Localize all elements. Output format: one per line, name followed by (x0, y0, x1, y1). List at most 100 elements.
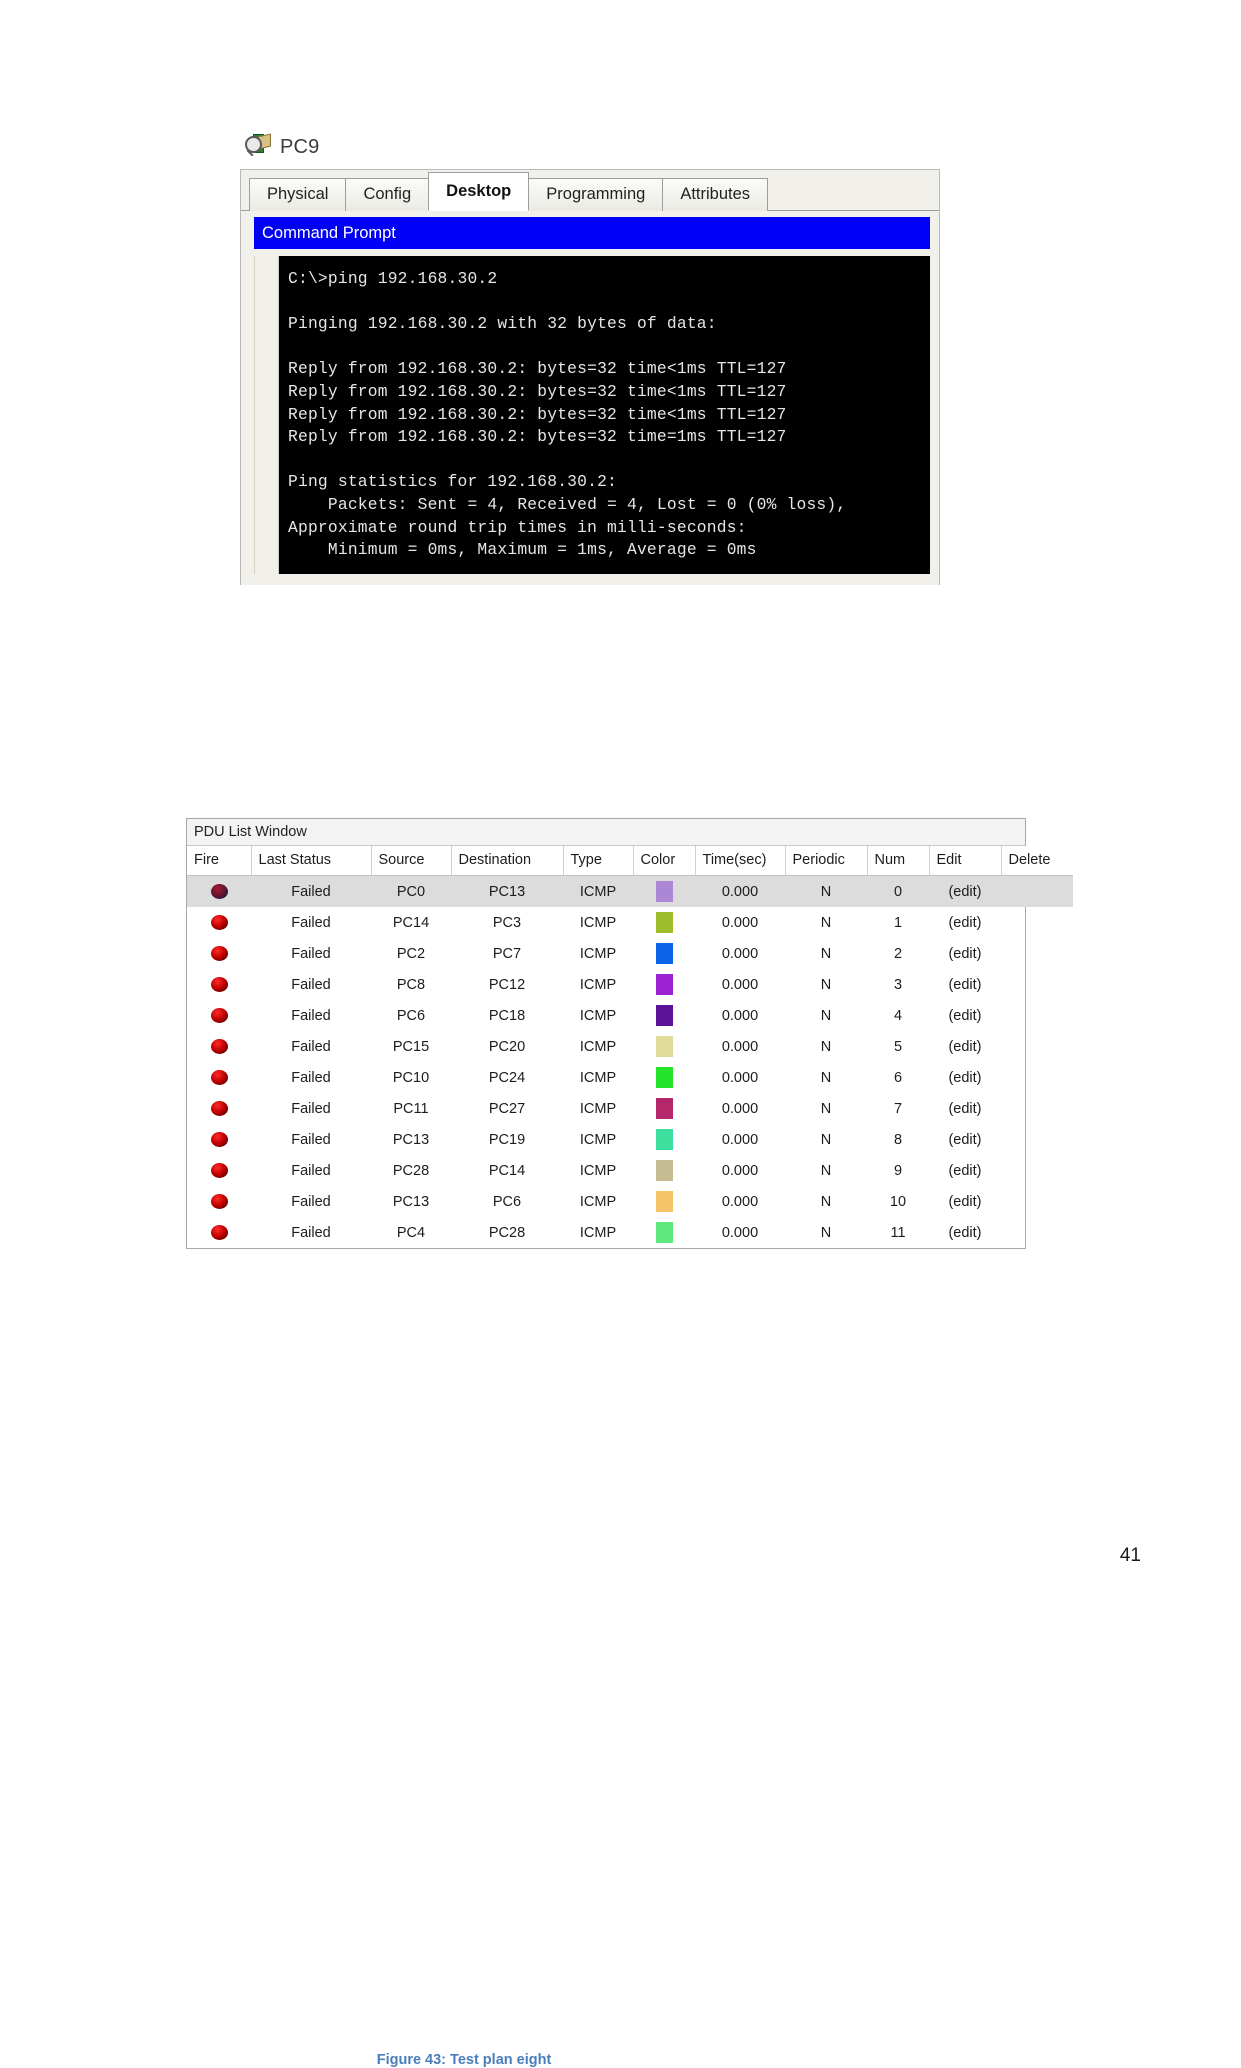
edit-link[interactable]: (edit) (929, 969, 1001, 1000)
cell-status: Failed (291, 1162, 331, 1179)
red-led-icon[interactable] (210, 946, 228, 962)
cell-status: Failed (291, 1193, 331, 1210)
delete-link[interactable] (1001, 1217, 1073, 1248)
column-header-num[interactable]: Num (867, 846, 930, 876)
cell-color (633, 1093, 695, 1124)
edit-link[interactable]: (edit) (929, 938, 1001, 969)
table-row[interactable]: Failed PC0 PC13 ICMP 0.000 N 0 (edit) (187, 875, 1073, 907)
table-row[interactable]: Failed PC13 PC6 ICMP 0.000 N 10 (edit) (187, 1186, 1073, 1217)
red-led-icon[interactable] (210, 915, 228, 931)
red-led-icon[interactable] (210, 1132, 228, 1148)
red-led-icon[interactable] (210, 977, 228, 993)
tab-programming[interactable]: Programming (528, 178, 664, 211)
red-led-icon[interactable] (210, 1039, 228, 1055)
delete-link[interactable] (1001, 1093, 1073, 1124)
table-row[interactable]: Failed PC2 PC7 ICMP 0.000 N 2 (edit) (187, 938, 1073, 969)
delete-link[interactable] (1001, 1031, 1073, 1062)
delete-link[interactable] (1001, 1000, 1073, 1031)
column-header-time[interactable]: Time(sec) (695, 846, 786, 876)
table-row[interactable]: Failed PC15 PC20 ICMP 0.000 N 5 (edit) (187, 1031, 1073, 1062)
pdu-list-window: PDU List Window Fire Last Status Source … (186, 818, 1073, 2068)
edit-link[interactable]: (edit) (929, 1124, 1001, 1155)
table-row[interactable]: Failed PC8 PC12 ICMP 0.000 N 3 (edit) (187, 969, 1073, 1000)
cell-num: 8 (893, 1131, 903, 1148)
edit-link[interactable]: (edit) (929, 907, 1001, 938)
edit-link[interactable]: (edit) (929, 1217, 1001, 1248)
delete-link[interactable] (1001, 1155, 1073, 1186)
column-header-last-status[interactable]: Last Status (251, 846, 372, 876)
red-led-icon[interactable] (210, 1163, 228, 1179)
cell-num: 5 (893, 1038, 903, 1055)
table-row[interactable]: Failed PC11 PC27 ICMP 0.000 N 7 (edit) (187, 1093, 1073, 1124)
fire-button-cell[interactable] (187, 1062, 251, 1093)
edit-link[interactable]: (edit) (929, 1031, 1001, 1062)
delete-link[interactable] (1001, 1186, 1073, 1217)
delete-link[interactable] (1001, 875, 1073, 907)
column-header-source[interactable]: Source (371, 846, 452, 876)
red-led-icon[interactable] (210, 1194, 228, 1210)
edit-link[interactable]: (edit) (929, 1093, 1001, 1124)
column-header-delete[interactable]: Delete (1001, 846, 1073, 876)
cell-periodic: N (820, 1224, 832, 1241)
table-row[interactable]: Failed PC13 PC19 ICMP 0.000 N 8 (edit) (187, 1124, 1073, 1155)
cell-color (633, 1217, 695, 1248)
red-led-icon[interactable] (210, 1008, 228, 1024)
column-header-color[interactable]: Color (633, 846, 696, 876)
color-swatch (655, 1005, 673, 1026)
tab-config[interactable]: Config (345, 178, 430, 211)
cell-source: PC0 (371, 875, 451, 907)
cell-num: 4 (893, 1007, 903, 1024)
fire-button-cell[interactable] (187, 1217, 251, 1248)
delete-link[interactable] (1001, 907, 1073, 938)
table-row[interactable]: Failed PC10 PC24 ICMP 0.000 N 6 (edit) (187, 1062, 1073, 1093)
cell-source: PC10 (392, 1069, 430, 1086)
cell-time: 0.000 (721, 1193, 759, 1210)
fire-button-cell[interactable] (187, 1093, 251, 1124)
table-row[interactable]: Failed PC28 PC14 ICMP 0.000 N 9 (edit) (187, 1155, 1073, 1186)
fire-button-cell[interactable] (187, 1124, 251, 1155)
delete-link[interactable] (1001, 969, 1073, 1000)
column-header-type[interactable]: Type (563, 846, 634, 876)
pdu-window-title: PDU List Window (187, 819, 1025, 846)
fire-button-cell[interactable] (187, 969, 251, 1000)
column-header-periodic[interactable]: Periodic (785, 846, 868, 876)
red-led-icon[interactable] (210, 1101, 228, 1117)
red-led-icon[interactable] (210, 1225, 228, 1241)
edit-link[interactable]: (edit) (929, 875, 1001, 907)
cell-destination: PC12 (488, 976, 526, 993)
fire-button-cell[interactable] (187, 938, 251, 969)
color-swatch (655, 1129, 673, 1150)
column-header-fire[interactable]: Fire (187, 846, 252, 876)
terminal-output[interactable]: C:\>ping 192.168.30.2 Pinging 192.168.30… (279, 256, 930, 574)
table-row[interactable]: Failed PC6 PC18 ICMP 0.000 N 4 (edit) (187, 1000, 1073, 1031)
tab-desktop[interactable]: Desktop (428, 172, 530, 211)
column-header-edit[interactable]: Edit (929, 846, 1002, 876)
delete-link[interactable] (1001, 938, 1073, 969)
delete-link[interactable] (1001, 1062, 1073, 1093)
tab-physical[interactable]: Physical (249, 178, 347, 211)
cell-type: ICMP (579, 945, 617, 962)
fire-button-cell[interactable] (187, 1186, 251, 1217)
fire-button-cell[interactable] (187, 1000, 251, 1031)
table-row[interactable]: Failed PC14 PC3 ICMP 0.000 N 1 (edit) (187, 907, 1073, 938)
red-led-icon[interactable] (210, 884, 228, 900)
cell-source: PC6 (396, 1007, 426, 1024)
cell-status: Failed (291, 1131, 331, 1148)
cell-num: 0 (867, 875, 929, 907)
edit-link[interactable]: (edit) (929, 1000, 1001, 1031)
fire-button-cell[interactable] (187, 1031, 251, 1062)
fire-button-cell[interactable] (187, 1155, 251, 1186)
edit-link[interactable]: (edit) (929, 1186, 1001, 1217)
tab-attributes[interactable]: Attributes (662, 178, 769, 211)
edit-link[interactable]: (edit) (929, 1062, 1001, 1093)
delete-link[interactable] (1001, 1124, 1073, 1155)
table-row[interactable]: Failed PC4 PC28 ICMP 0.000 N 11 (edit) (187, 1217, 1073, 1248)
fire-button-cell[interactable] (187, 907, 251, 938)
cell-num: 7 (893, 1100, 903, 1117)
edit-link[interactable]: (edit) (929, 1155, 1001, 1186)
fire-button-cell[interactable] (187, 875, 251, 907)
column-header-destination[interactable]: Destination (451, 846, 564, 876)
cell-destination: PC3 (492, 914, 522, 931)
red-led-icon[interactable] (210, 1070, 228, 1086)
cell-destination: PC6 (492, 1193, 522, 1210)
